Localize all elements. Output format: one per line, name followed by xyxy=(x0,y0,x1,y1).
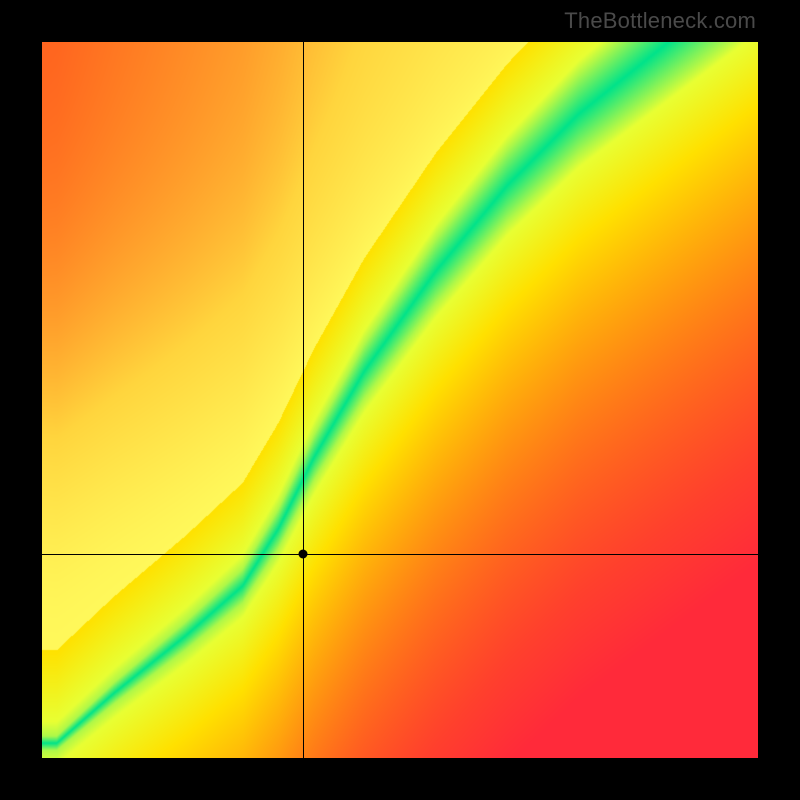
crosshair-vertical xyxy=(303,42,304,758)
plot-area xyxy=(42,42,758,758)
watermark-text: TheBottleneck.com xyxy=(564,8,756,34)
heatmap-canvas xyxy=(42,42,758,758)
data-point-marker xyxy=(299,549,308,558)
chart-container: TheBottleneck.com xyxy=(0,0,800,800)
crosshair-horizontal xyxy=(42,554,758,555)
